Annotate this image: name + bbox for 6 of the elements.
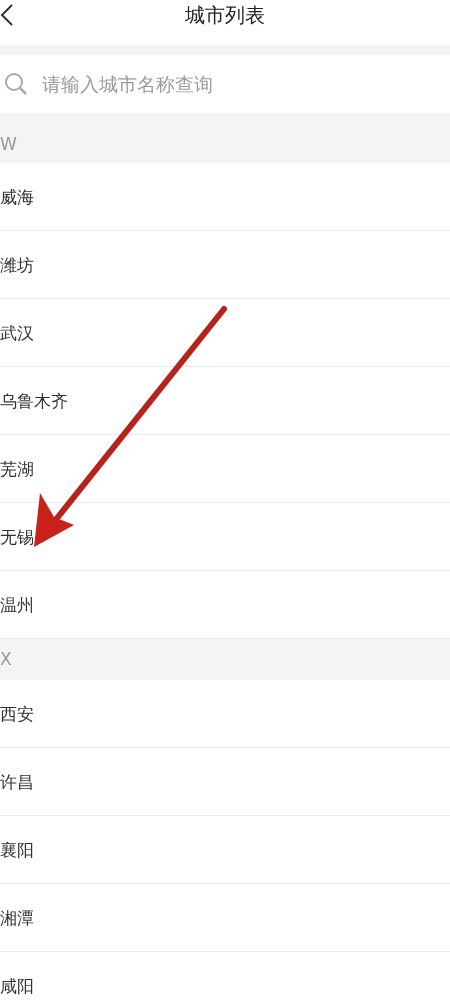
back-icon[interactable] — [0, 4, 14, 26]
search-field[interactable]: 请输入城市名称查询 — [40, 72, 424, 96]
section-letter: X — [0, 639, 450, 680]
search-icon — [4, 72, 28, 96]
section-letter: W — [0, 113, 450, 163]
page-title: 城市列表 — [185, 2, 265, 29]
